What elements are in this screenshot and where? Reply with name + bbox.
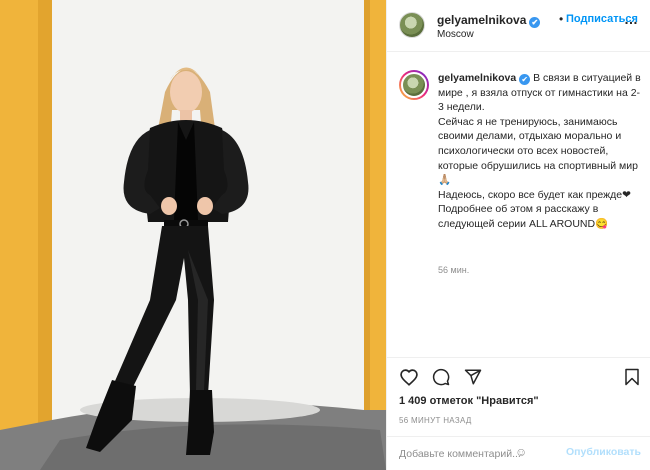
heart-icon[interactable]	[399, 368, 419, 386]
photo-image	[0, 0, 386, 470]
caption-verified-badge-icon: ✔	[519, 74, 531, 85]
share-icon[interactable]	[463, 368, 483, 386]
header-username-link[interactable]: gelyamelnikova ✔	[437, 13, 541, 28]
caption-text: В связи в ситуацией в мире , я взяла отп…	[438, 72, 641, 230]
publish-button[interactable]: Опубликовать	[566, 446, 641, 458]
posted-timestamp[interactable]: 56 МИНУТ НАЗАД	[399, 416, 472, 425]
comment-bar: ☺ Опубликовать	[387, 436, 650, 470]
post-actions: 1 409 отметок "Нравится" 56 МИНУТ НАЗАД …	[387, 357, 650, 470]
caption-username[interactable]: gelyamelnikova	[438, 72, 516, 84]
likes-count[interactable]: 1 409 отметок "Нравится"	[399, 395, 539, 407]
header-username: gelyamelnikova	[437, 13, 527, 27]
caption-avatar-image	[401, 72, 427, 98]
header-separator: •	[559, 12, 564, 26]
caption-section: gelyamelnikova ✔ В связи в ситуацией в ми…	[387, 52, 650, 357]
bookmark-icon[interactable]	[623, 368, 641, 386]
post-header: gelyamelnikova ✔ • Подписаться Moscow …	[387, 0, 650, 52]
likes-label: отметок	[429, 395, 474, 407]
likes-number: 1 409	[399, 395, 427, 407]
caption-body: gelyamelnikova ✔ В связи в ситуацией в ми…	[438, 71, 643, 232]
location-link[interactable]: Moscow	[437, 29, 474, 40]
likes-quote: "Нравится"	[476, 395, 539, 407]
verified-badge-icon: ✔	[529, 17, 541, 28]
post-side-panel: gelyamelnikova ✔ • Подписаться Moscow … g…	[386, 0, 650, 470]
comment-icon[interactable]	[431, 368, 451, 386]
avatar[interactable]	[399, 12, 425, 38]
caption-avatar[interactable]	[399, 70, 429, 100]
caption-timestamp: 56 мин.	[438, 265, 470, 275]
emoji-picker-icon[interactable]: ☺	[515, 445, 527, 459]
more-options-icon[interactable]: …	[624, 11, 639, 27]
post-photo[interactable]	[0, 0, 386, 470]
